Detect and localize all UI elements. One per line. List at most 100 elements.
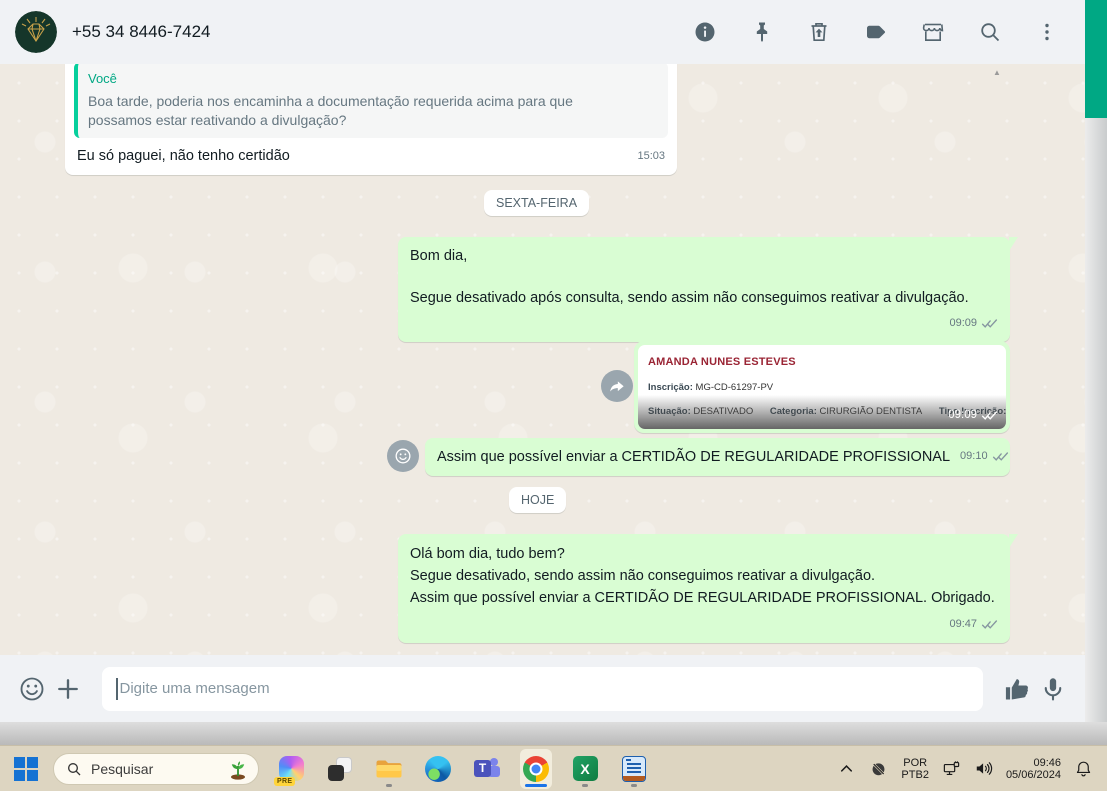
edge-button[interactable] [422, 749, 454, 789]
tray-date: 05/06/2024 [1005, 768, 1061, 781]
info-icon[interactable] [693, 20, 717, 44]
teams-button[interactable]: T [471, 749, 503, 789]
react-emoji-button[interactable] [387, 440, 419, 472]
pin-icon[interactable] [750, 20, 774, 44]
message-time: 09:09 [948, 409, 977, 421]
clock[interactable]: 09:46 05/06/2024 [1006, 757, 1061, 781]
card-label: Inscrição: [648, 382, 693, 393]
copilot-pre-badge: PRE [274, 776, 296, 786]
double-check-icon [992, 452, 1008, 461]
forward-button[interactable] [601, 370, 633, 402]
file-explorer-button[interactable] [373, 749, 405, 789]
storefront-icon[interactable] [921, 20, 945, 44]
network-icon[interactable] [942, 759, 961, 778]
message-composer: Digite uma mensagem [0, 655, 1085, 722]
message-time: 09:09 [949, 317, 977, 329]
input-placeholder: Digite uma mensagem [119, 680, 270, 697]
outgoing-message-request[interactable]: Assim que possível enviar a CERTIDÃO DE … [425, 438, 1010, 476]
double-check-icon [981, 619, 998, 629]
attach-plus-icon[interactable] [54, 675, 82, 703]
scroll-artifact-icon: ▲ [993, 68, 1001, 77]
outgoing-message-greeting[interactable]: Bom dia, Segue desativado após consulta,… [398, 237, 1018, 342]
message-time: 15:03 [637, 150, 665, 162]
registration-card-image: AMANDA NUNES ESTEVES Inscrição: MG-CD-61… [638, 345, 1006, 429]
edge-icon [425, 755, 451, 782]
message-text: Eu só paguei, não tenho certidão [77, 148, 290, 164]
running-indicator [631, 783, 637, 787]
active-app-indicator [525, 783, 547, 787]
forward-arrow-icon [610, 381, 624, 392]
windows-taskbar: Pesquisar PRE T X POR PTB2 09:46 05/06/2… [0, 745, 1107, 791]
message-input[interactable]: Digite uma mensagem [102, 666, 983, 711]
card-person-name: AMANDA NUNES ESTEVES [648, 356, 796, 368]
emoji-picker-icon[interactable] [18, 675, 46, 703]
message-line: Olá bom dia, tudo bem? [410, 546, 565, 562]
text-caret [116, 677, 118, 700]
tray-chevron-up-icon[interactable] [837, 759, 856, 778]
copilot-button[interactable]: PRE [274, 749, 307, 789]
double-check-icon [981, 411, 998, 420]
scrollbar-thumb[interactable] [1085, 0, 1107, 118]
message-line: Segue desativado, sendo assim não conseg… [410, 568, 876, 584]
thumbs-up-icon[interactable] [1003, 675, 1031, 703]
message-line: Assim que possível enviar a CERTIDÃO DE … [410, 590, 995, 606]
mic-muted-icon[interactable] [869, 759, 888, 778]
incoming-message[interactable]: Você Boa tarde, poderia nos encaminha a … [65, 64, 677, 175]
excel-button[interactable]: X [569, 749, 601, 789]
card-label: Situação: [648, 406, 691, 417]
volume-icon[interactable] [974, 759, 993, 778]
excel-icon: X [572, 756, 598, 781]
file-explorer-icon [376, 760, 402, 777]
teams-icon: T [474, 756, 500, 782]
notepad-button[interactable] [618, 749, 650, 789]
running-indicator [386, 783, 392, 787]
date-divider-friday: SEXTA-FEIRA [484, 190, 590, 216]
smiley-icon [395, 448, 411, 464]
outgoing-message-followup[interactable]: Olá bom dia, tudo bem? Segue desativado,… [398, 534, 1018, 643]
trash-restore-icon[interactable] [807, 20, 831, 44]
chat-header: +55 34 8446-7424 [0, 0, 1085, 64]
search-placeholder: Pesquisar [91, 760, 154, 777]
running-indicator [582, 783, 588, 787]
desktop-screen: +55 34 8446-7424 ▲ Você Boa tarde, poder… [0, 0, 1107, 791]
taskbar-app-icons: PRE T X [274, 748, 650, 789]
search-highlight-plant-icon [231, 760, 245, 780]
taskbar-search[interactable]: Pesquisar [53, 752, 259, 785]
message-time: 09:10 [960, 450, 988, 462]
date-divider-today: HOJE [509, 487, 567, 513]
message-line: Bom dia, [410, 248, 468, 264]
diamond-logo-icon [15, 11, 57, 53]
desktop-strip [0, 722, 1107, 745]
search-icon[interactable] [978, 20, 1002, 44]
notification-bell-icon[interactable] [1074, 759, 1093, 778]
double-check-icon [981, 319, 998, 328]
windows-start-icon[interactable] [14, 756, 38, 781]
message-text: Assim que possível enviar a CERTIDÃO DE … [437, 449, 951, 465]
contact-name[interactable]: +55 34 8446-7424 [72, 22, 693, 42]
chrome-icon [523, 755, 549, 782]
kebab-menu-icon[interactable] [1035, 20, 1059, 44]
quoted-message[interactable]: Você Boa tarde, poderia nos encaminha a … [74, 64, 668, 138]
label-icon[interactable] [864, 20, 888, 44]
microphone-icon[interactable] [1039, 675, 1067, 703]
card-value: CIRURGIÃO DENTISTA [819, 406, 923, 417]
chat-message-list: ▲ Você Boa tarde, poderia nos encaminha … [0, 64, 1085, 655]
outgoing-image-message[interactable]: AMANDA NUNES ESTEVES Inscrição: MG-CD-61… [634, 341, 1010, 433]
scrollbar-track[interactable] [1085, 0, 1107, 722]
task-view-button[interactable] [324, 749, 356, 789]
language-indicator[interactable]: POR PTB2 [901, 757, 929, 781]
quote-text: Boa tarde, poderia nos encaminha a docum… [88, 93, 573, 128]
notepad-icon [622, 755, 646, 782]
chrome-button[interactable] [520, 748, 552, 789]
header-actions [693, 20, 1059, 44]
task-view-icon [328, 756, 352, 781]
contact-avatar[interactable] [15, 11, 57, 53]
message-line: Segue desativado após consulta, sendo as… [410, 290, 969, 306]
card-value: MG-CD-61297-PV [695, 382, 774, 393]
card-label: Categoria: [769, 406, 817, 417]
message-time: 09:47 [949, 618, 977, 630]
search-icon [68, 762, 81, 775]
bubble-tail [1009, 237, 1018, 251]
tray-time: 09:46 [1033, 756, 1061, 769]
quote-author: Você [88, 71, 117, 86]
